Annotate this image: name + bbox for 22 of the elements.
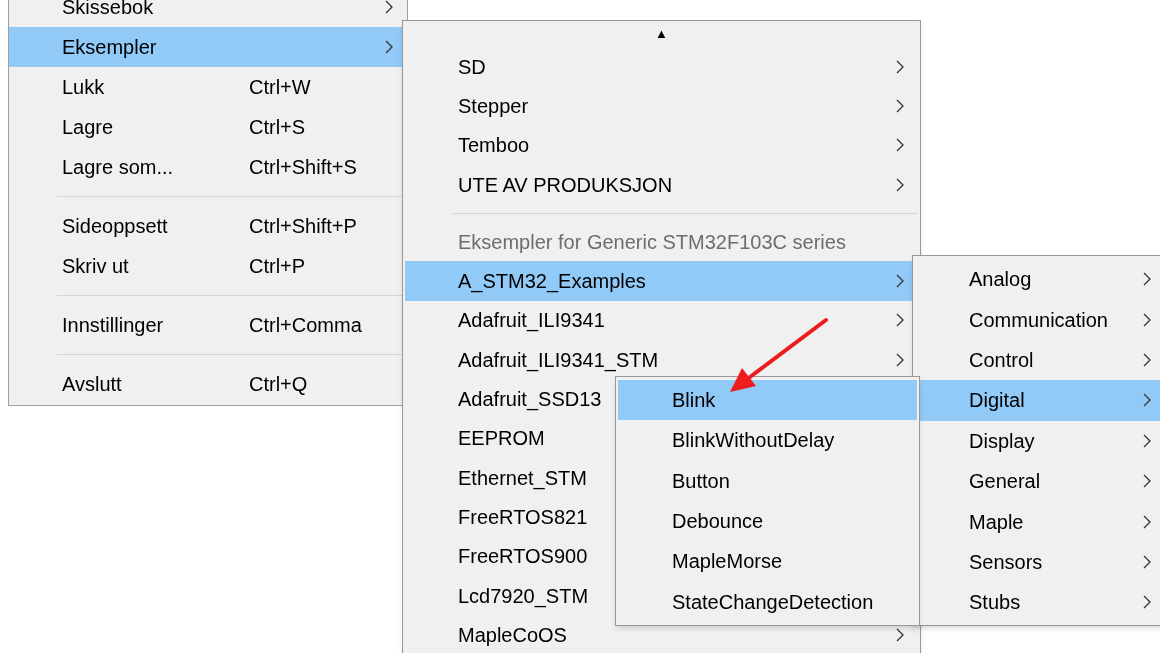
menu-item[interactable]: Analog	[915, 259, 1160, 300]
menu-item[interactable]: Skissebok	[9, 0, 407, 27]
menu-item[interactable]: Stubs	[915, 582, 1160, 623]
menu-item[interactable]: Maple	[915, 501, 1160, 542]
menu-item[interactable]: Display	[915, 420, 1160, 461]
menu-item[interactable]: Button	[618, 460, 917, 501]
menu-item[interactable]: BlinkWithoutDelay	[618, 420, 917, 461]
menu-item[interactable]: Sensors	[915, 541, 1160, 583]
menu-item[interactable]: MapleMorse	[618, 541, 917, 582]
scroll-up-arrow[interactable]: ▲	[655, 24, 668, 44]
section-header: Eksempler for Generic STM32F103C series	[458, 229, 846, 255]
menu-item[interactable]: Debounce	[618, 500, 917, 542]
menu-item[interactable]: Control	[915, 339, 1160, 381]
menu-item[interactable]: SD	[405, 47, 918, 87]
menu-item[interactable]: UTE AV PRODUKSJON	[405, 164, 918, 205]
menu-item[interactable]: Communication	[915, 299, 1160, 340]
menu-item[interactable]: General	[915, 460, 1160, 502]
menu-item[interactable]: Temboo	[405, 125, 918, 165]
menu-item[interactable]: Adafruit_ILI9341	[405, 300, 918, 341]
menu-item[interactable]: Adafruit_ILI9341_STM	[405, 340, 918, 380]
menu-item[interactable]: Blink	[618, 380, 917, 421]
menu-item[interactable]: Stepper	[405, 86, 918, 126]
